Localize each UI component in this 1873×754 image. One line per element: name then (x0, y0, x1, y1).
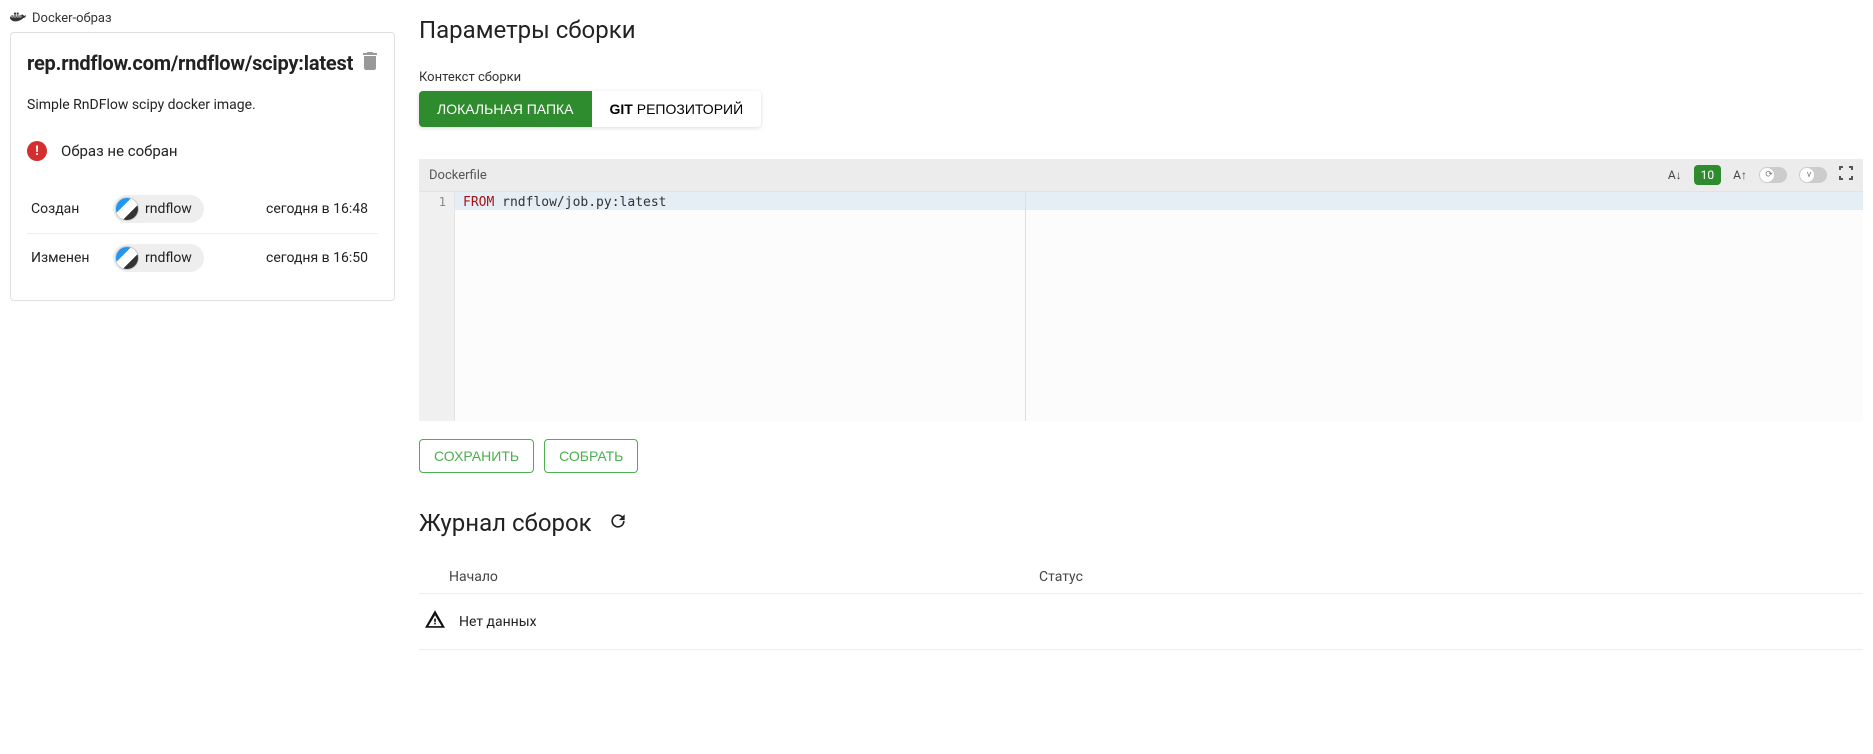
line-gutter: 1 (419, 192, 455, 421)
no-data-text: Нет данных (459, 614, 537, 630)
modified-user-chip[interactable]: rndflow (113, 244, 204, 272)
modified-date: сегодня в 16:50 (266, 250, 374, 266)
dockerfile-editor: Dockerfile A↓ 10 A↑ ⟳ v 1 (419, 159, 1863, 421)
log-table-header: Начало Статус (419, 561, 1863, 594)
context-tabs: ЛОКАЛЬНАЯ ПАПКА GIT РЕПОЗИТОРИЙ (419, 91, 761, 127)
save-button[interactable]: СОХРАНИТЬ (419, 439, 534, 473)
font-size-badge: 10 (1694, 165, 1722, 185)
vim-toggle[interactable]: v (1799, 167, 1827, 183)
wrap-toggle[interactable]: ⟳ (1759, 167, 1787, 183)
fullscreen-icon[interactable] (1839, 166, 1853, 184)
error-icon: ! (27, 141, 47, 161)
editor-toolbar: Dockerfile A↓ 10 A↑ ⟳ v (419, 159, 1863, 191)
page-header: Docker-образ (10, 10, 395, 26)
code-ruler (1025, 192, 1026, 421)
tab-git-rest: РЕПОЗИТОРИЙ (633, 101, 743, 117)
created-label: Создан (31, 201, 113, 217)
meta-row-modified: Изменен rndflow сегодня в 16:50 (27, 233, 378, 282)
code-content[interactable]: FROM rndflow/job.py:latest (455, 192, 1863, 421)
modified-label: Изменен (31, 250, 113, 266)
font-increase-icon[interactable]: A↑ (1733, 168, 1747, 182)
col-start-header: Начало (449, 569, 1039, 585)
docker-whale-icon (10, 10, 26, 26)
code-path: rndflow/job.py:latest (494, 195, 666, 210)
build-context-label: Контекст сборки (419, 70, 1863, 85)
modified-user-name: rndflow (145, 250, 192, 266)
build-params-title: Параметры сборки (419, 16, 1863, 44)
meta-row-created: Создан rndflow сегодня в 16:48 (27, 185, 378, 233)
tab-local-folder[interactable]: ЛОКАЛЬНАЯ ПАПКА (419, 91, 592, 127)
editor-filename: Dockerfile (429, 168, 487, 183)
refresh-icon[interactable] (608, 511, 628, 536)
tab-git-repo[interactable]: GIT РЕПОЗИТОРИЙ (592, 91, 762, 127)
image-title: rep.rndflow.com/rndflow/scipy:latest (27, 51, 353, 75)
col-status-header: Статус (1039, 569, 1833, 585)
avatar (115, 197, 139, 221)
code-area[interactable]: 1 FROM rndflow/job.py:latest (419, 191, 1863, 421)
build-status: ! Образ не собран (27, 141, 378, 161)
font-decrease-icon[interactable]: A↓ (1668, 168, 1682, 182)
line-number: 1 (419, 195, 446, 209)
warning-icon (425, 610, 445, 633)
tab-git-bold: GIT (610, 101, 633, 117)
build-button[interactable]: СОБРАТЬ (544, 439, 638, 473)
created-user-name: rndflow (145, 201, 192, 217)
image-card: rep.rndflow.com/rndflow/scipy:latest Sim… (10, 32, 395, 301)
avatar (115, 246, 139, 270)
created-user-chip[interactable]: rndflow (113, 195, 204, 223)
delete-icon[interactable] (362, 52, 378, 75)
code-keyword: FROM (463, 195, 494, 210)
image-description: Simple RnDFlow scipy docker image. (27, 97, 378, 113)
status-text: Образ не собран (61, 142, 178, 160)
page-header-label: Docker-образ (32, 11, 112, 26)
created-date: сегодня в 16:48 (266, 201, 374, 217)
no-data-row: Нет данных (419, 594, 1863, 650)
build-log-title: Журнал сборок (419, 509, 592, 537)
